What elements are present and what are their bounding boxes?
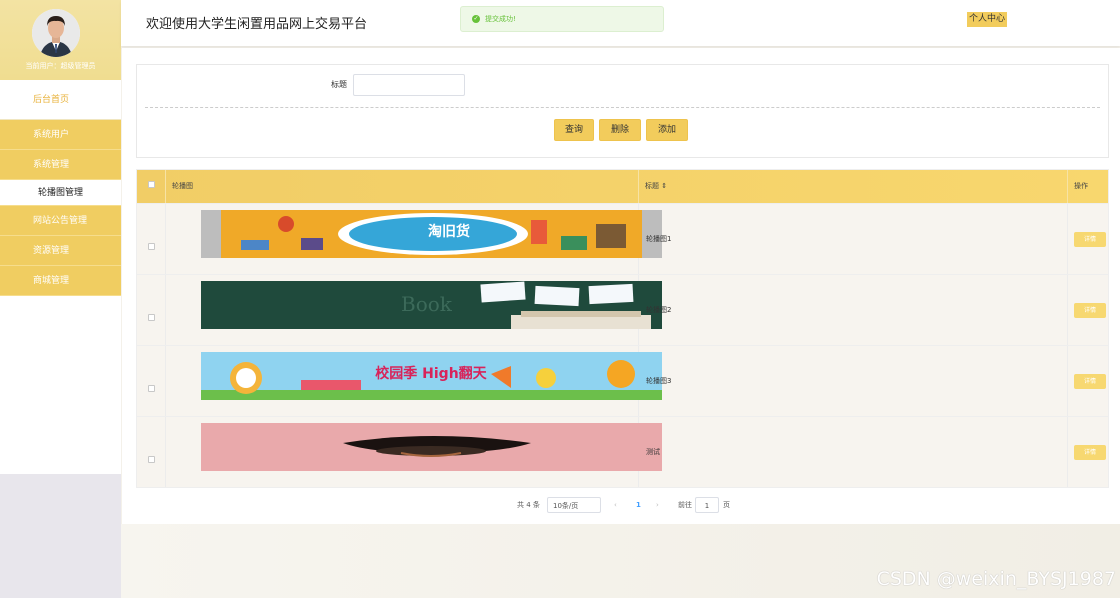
title-cell: 测试: [639, 417, 1068, 487]
goto-page-input[interactable]: 1: [695, 497, 719, 513]
sidebar-item-system-management[interactable]: 系统管理: [0, 150, 121, 180]
detail-button[interactable]: 详情: [1074, 445, 1106, 460]
sidebar-item-resources[interactable]: 资源管理: [0, 236, 121, 266]
title-cell: 轮播图1: [639, 204, 1068, 274]
carousel-image: Book: [201, 281, 662, 329]
table-row: 测试 详情: [137, 416, 1108, 487]
title-cell: 轮播图2: [639, 275, 1068, 345]
delete-button[interactable]: 删除: [599, 119, 641, 141]
check-circle-icon: ✓: [472, 15, 480, 23]
toast-message: 提交成功!: [485, 15, 516, 23]
next-page-button[interactable]: ›: [656, 497, 659, 513]
page-title: 欢迎使用大学生闲置用品网上交易平台: [146, 17, 368, 32]
image-cell: 校园季 High翻天: [166, 346, 662, 416]
title-search-label: 标题: [331, 80, 347, 89]
detail-button[interactable]: 详情: [1074, 232, 1106, 247]
total-count: 共 4 条: [517, 501, 540, 509]
sidebar: 当前用户：超级管理员 后台首页 系统用户 系统管理 轮播图管理 网站公告管理 资…: [0, 0, 121, 598]
row-checkbox-cell: [137, 417, 166, 487]
profile-panel: 当前用户：超级管理员: [0, 0, 121, 80]
table-row: Book 轮播图2 详情: [137, 274, 1108, 345]
personal-center-button[interactable]: 个人中心: [967, 12, 1008, 27]
select-all-cell: [137, 170, 166, 203]
main-content: 标题 查询 删除 添加 轮播图 标题 ⇕ 操作 淘旧货 轮播图1 详情 Book…: [122, 48, 1120, 524]
image-cell: [166, 417, 662, 487]
add-button[interactable]: 添加: [646, 119, 688, 141]
sidebar-item-carousel-management[interactable]: 轮播图管理: [0, 180, 121, 206]
sidebar-item-home[interactable]: 后台首页: [0, 80, 121, 120]
page-size-select[interactable]: 10条/页: [547, 497, 601, 513]
banner-text: Book: [401, 292, 453, 316]
title-cell: 轮播图3: [639, 346, 1068, 416]
carousel-image: 淘旧货: [201, 210, 662, 258]
table-header: 轮播图 标题 ⇕ 操作: [137, 170, 1108, 203]
table-row: 校园季 High翻天 轮播图3 详情: [137, 345, 1108, 416]
row-checkbox[interactable]: [147, 243, 155, 250]
title-search-input[interactable]: [353, 74, 465, 96]
banner-text: 校园季 High翻天: [375, 365, 487, 382]
sidebar-item-mall[interactable]: 商城管理: [0, 266, 121, 296]
row-checkbox-cell: [137, 346, 166, 416]
sidebar-blank: [0, 296, 121, 474]
select-all-checkbox[interactable]: [147, 181, 155, 188]
current-user-label: 当前用户：超级管理员: [25, 62, 96, 70]
row-checkbox[interactable]: [147, 456, 155, 463]
table-row: 淘旧货 轮播图1 详情: [137, 203, 1108, 274]
goto-label: 前往: [678, 501, 692, 509]
top-header: 欢迎使用大学生闲置用品网上交易平台 ✓ 提交成功! 个人中心: [121, 0, 1120, 46]
carousel-table: 轮播图 标题 ⇕ 操作 淘旧货 轮播图1 详情 Book 轮播图2 详情 校园季…: [136, 169, 1109, 488]
detail-button[interactable]: 详情: [1074, 374, 1106, 389]
banner-text: 淘旧货: [428, 223, 470, 240]
watermark: CSDN @weixin_BYSJ1987: [876, 568, 1116, 590]
prev-page-button[interactable]: ‹: [614, 497, 617, 513]
row-checkbox-cell: [137, 275, 166, 345]
sidebar-item-system-users[interactable]: 系统用户: [0, 120, 121, 150]
sidebar-item-announcements[interactable]: 网站公告管理: [0, 206, 121, 236]
image-cell: 淘旧货: [166, 204, 662, 274]
carousel-image: 校园季 High翻天: [201, 352, 662, 400]
row-checkbox-cell: [137, 204, 166, 274]
image-cell: Book: [166, 275, 662, 345]
success-toast: ✓ 提交成功!: [460, 6, 664, 32]
page-unit-label: 页: [723, 501, 730, 509]
page-number-1[interactable]: 1: [636, 497, 641, 513]
sidebar-menu: 后台首页 系统用户 系统管理 轮播图管理 网站公告管理 资源管理 商城管理: [0, 80, 121, 474]
carousel-image: [201, 423, 662, 471]
avatar: [32, 9, 80, 57]
search-panel: 标题 查询 删除 添加: [136, 64, 1109, 158]
column-header-title[interactable]: 标题 ⇕: [639, 170, 1068, 203]
divider: [145, 107, 1100, 108]
row-checkbox[interactable]: [147, 385, 155, 392]
query-button[interactable]: 查询: [554, 119, 594, 141]
column-header-actions: 操作: [1074, 182, 1088, 190]
detail-button[interactable]: 详情: [1074, 303, 1106, 318]
row-checkbox[interactable]: [147, 314, 155, 321]
column-header-image: 轮播图: [166, 170, 639, 203]
